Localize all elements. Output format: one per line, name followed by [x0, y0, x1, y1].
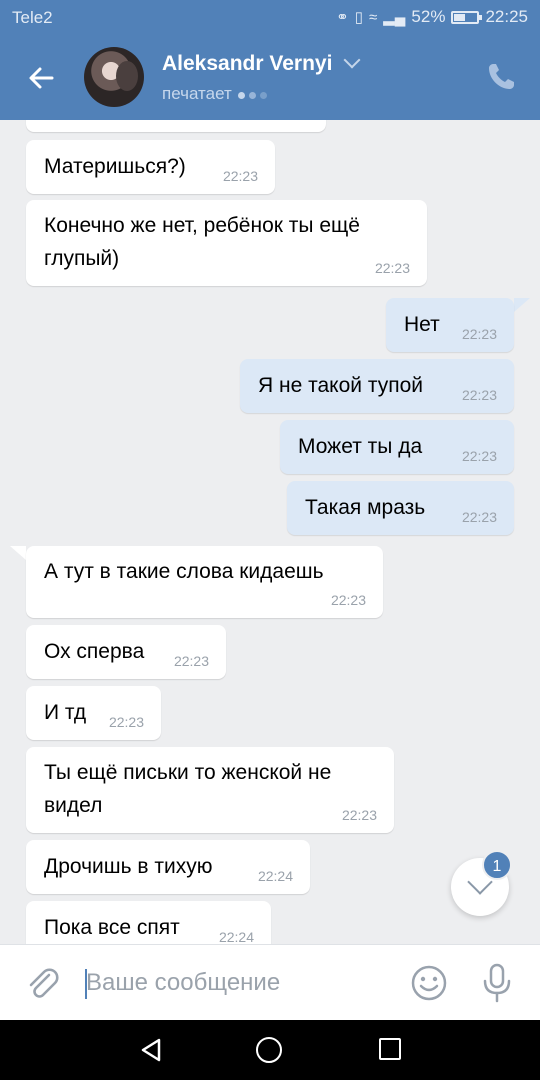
incoming-message[interactable]: Дрочишь в тихую 22:24 [26, 840, 310, 894]
message-time: 22:23 [330, 592, 366, 608]
incoming-message[interactable]: А тут в такие слова кидаешь 22:23 [26, 546, 383, 618]
typing-label: печатает [162, 84, 232, 103]
message-text: Дрочишь в тихую [44, 855, 213, 878]
message-time: 22:24 [218, 929, 254, 944]
nav-recents-icon[interactable] [379, 1038, 401, 1060]
contact-name: Aleksandr Vernyi [162, 52, 333, 75]
message-text: Я не такой тупой [258, 374, 423, 397]
clock: 22:25 [485, 7, 528, 26]
message-text: А тут в такие слова кидаешь [44, 560, 324, 583]
back-arrow-icon[interactable] [22, 58, 62, 98]
avatar[interactable] [84, 47, 144, 107]
typing-status: печатает [162, 84, 271, 104]
message-time: 22:23 [461, 326, 497, 342]
chevron-down-icon [343, 51, 361, 69]
bubble-tail [10, 546, 26, 560]
nav-back-icon[interactable] [138, 1037, 164, 1063]
status-bar: Tele2 ⚭ ▯ ≈ ▂▄ 52% 22:25 [0, 0, 540, 36]
message-time: 22:23 [461, 448, 497, 464]
message-time: 22:23 [173, 653, 209, 669]
message-text: Нет [404, 313, 440, 336]
outgoing-message[interactable]: Я не такой тупой 22:23 [240, 359, 514, 413]
battery-level [454, 13, 466, 21]
message-time: 22:23 [461, 509, 497, 525]
wifi-icon: ≈ [369, 8, 378, 26]
carrier-name: Tele2 [12, 8, 53, 27]
nav-home-icon[interactable] [256, 1037, 282, 1063]
message-text: Материшься?) [44, 155, 186, 178]
message-text: Конечно же нет, ребёнок ты ещё [44, 214, 360, 237]
composer [0, 944, 540, 1020]
chat-header: Aleksandr Vernyi печатает [0, 36, 540, 120]
message-text: И тд [44, 701, 87, 724]
typing-dots-icon [237, 84, 271, 104]
outgoing-message[interactable]: Такая мразь 22:23 [287, 481, 514, 535]
battery-icon [451, 10, 483, 24]
message-list[interactable]: 22:23Материшься?)22:23Конечно же нет, ре… [0, 120, 540, 944]
smile-icon[interactable] [410, 964, 448, 1002]
paperclip-icon[interactable] [22, 963, 62, 1003]
headphones-icon: ⚭ [336, 9, 349, 26]
incoming-message[interactable]: Пока все спят 22:24 [26, 901, 271, 944]
incoming-message[interactable]: 22:23 [26, 120, 326, 132]
message-text: Ты ещё письки то женской не [44, 761, 332, 784]
message-text: видел [44, 794, 103, 817]
contact-name-button[interactable]: Aleksandr Vernyi [162, 51, 361, 76]
incoming-message[interactable]: И тд 22:23 [26, 686, 161, 740]
message-text: Может ты да [298, 435, 423, 458]
microphone-icon[interactable] [480, 962, 514, 1004]
outgoing-message[interactable]: Может ты да 22:23 [280, 420, 514, 474]
message-time: 22:23 [341, 807, 377, 823]
message-input[interactable] [86, 965, 386, 1001]
status-icons: ⚭ ▯ ≈ ▂▄ 52% 22:25 [336, 7, 528, 27]
message-time: 22:23 [108, 714, 144, 730]
outgoing-message[interactable]: Нет 22:23 [386, 298, 514, 352]
vibrate-icon: ▯ [354, 9, 364, 26]
message-time: 22:23 [461, 387, 497, 403]
unread-badge: 1 [482, 850, 512, 880]
message-text: Пока все спят [44, 916, 180, 939]
message-text: глупый) [44, 247, 120, 270]
message-text: Такая мразь [305, 496, 426, 519]
battery-percent: 52% [411, 7, 446, 26]
incoming-message[interactable]: Ох сперва 22:23 [26, 625, 226, 679]
system-nav-bar [0, 1020, 540, 1080]
phone-icon[interactable] [484, 60, 518, 94]
message-time: 22:23 [374, 260, 410, 276]
signal-icon: ▂▄ [383, 9, 406, 26]
incoming-message[interactable]: Конечно же нет, ребёнок ты ещё глупый) 22:… [26, 200, 427, 286]
message-time: 22:23 [222, 168, 258, 184]
incoming-message[interactable]: Материшься?) 22:23 [26, 140, 275, 194]
message-time: 22:23 [275, 120, 310, 122]
incoming-message[interactable]: Ты ещё письки то женской не видел 22:23 [26, 747, 394, 833]
message-text: Ох сперва [44, 640, 145, 663]
bubble-tail [514, 298, 530, 312]
message-time: 22:24 [257, 868, 293, 884]
